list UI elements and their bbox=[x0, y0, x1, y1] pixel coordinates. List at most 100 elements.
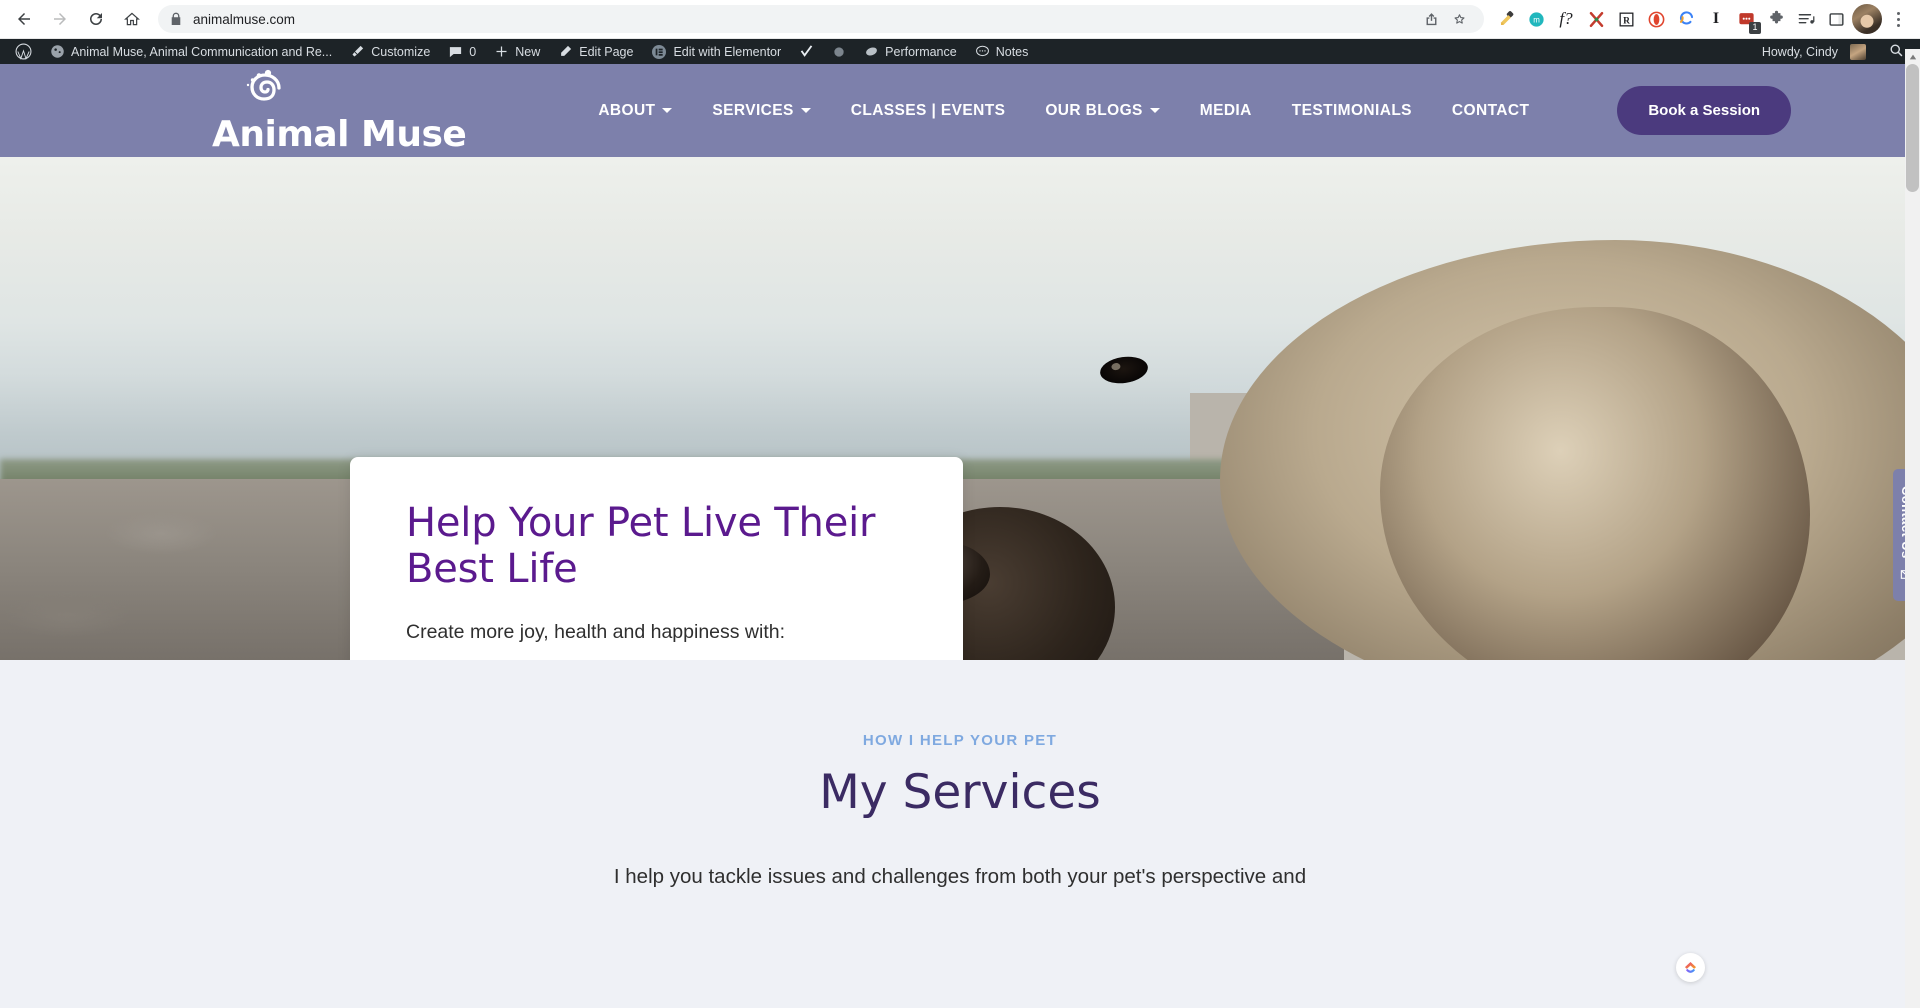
nav-item-about[interactable]: ABOUT bbox=[578, 102, 692, 120]
scroll-up-arrow-icon[interactable] bbox=[1905, 49, 1920, 64]
site-header: Animal Muse ABOUT SERVICES CLASSES | EVE… bbox=[0, 64, 1920, 157]
reading-list-icon[interactable] bbox=[1792, 5, 1820, 33]
services-eyebrow: HOW I HELP YOUR PET bbox=[862, 732, 1058, 749]
italic-extension-icon[interactable]: I bbox=[1702, 5, 1730, 33]
nav-item-contact[interactable]: CONTACT bbox=[1432, 102, 1549, 120]
nav-label: TESTIMONIALS bbox=[1291, 101, 1412, 119]
opera-extension-icon[interactable] bbox=[1642, 5, 1670, 33]
nav-item-media[interactable]: MEDIA bbox=[1180, 102, 1272, 120]
monica-extension-icon[interactable]: m bbox=[1522, 5, 1550, 33]
wordpress-admin-bar: Animal Muse, Animal Communication and Re… bbox=[0, 39, 1920, 64]
site-name-label: Animal Muse, Animal Communication and Re… bbox=[71, 44, 333, 59]
comment-bubble-icon bbox=[448, 44, 463, 59]
plus-icon bbox=[494, 44, 509, 59]
hero-subtitle: Create more joy, health and happiness wi… bbox=[406, 621, 786, 644]
nav-label: OUR BLOGS bbox=[1045, 101, 1143, 119]
r-extension-icon[interactable]: R bbox=[1612, 5, 1640, 33]
site-logo[interactable]: Animal Muse bbox=[212, 68, 467, 155]
address-bar[interactable]: animalmuse.com bbox=[158, 5, 1484, 33]
svg-text:m: m bbox=[1533, 15, 1540, 24]
pencil-icon bbox=[558, 44, 573, 59]
home-icon bbox=[123, 10, 141, 28]
hero-title: Help Your Pet Live Their Best Life bbox=[406, 500, 876, 592]
main-navigation: ABOUT SERVICES CLASSES | EVENTS OUR BLOG… bbox=[578, 102, 1549, 120]
paintbrush-icon bbox=[350, 44, 365, 59]
eyedropper-extension-icon[interactable] bbox=[1492, 5, 1520, 33]
extension-badge-count: 1 bbox=[1749, 22, 1761, 34]
hero-content-card: Help Your Pet Live Their Best Life Creat… bbox=[350, 457, 963, 660]
notes-extension-icon[interactable]: 1 bbox=[1732, 5, 1761, 34]
chevron-down-icon bbox=[1149, 108, 1160, 113]
performance-icon bbox=[864, 44, 879, 59]
colorzilla-extension-icon[interactable] bbox=[1672, 5, 1700, 33]
nav-item-testimonials[interactable]: TESTIMONIALS bbox=[1272, 102, 1432, 120]
nav-item-classes-events[interactable]: CLASSES | EVENTS bbox=[831, 102, 1026, 120]
customize-label: Customize bbox=[371, 44, 431, 59]
nav-label: SERVICES bbox=[712, 101, 794, 119]
yoast-checkmark-icon bbox=[799, 44, 814, 59]
share-icon[interactable] bbox=[1418, 6, 1444, 32]
forward-button[interactable] bbox=[44, 3, 76, 35]
adminbar-site-name[interactable]: Animal Muse, Animal Communication and Re… bbox=[41, 39, 341, 64]
three-dot-menu-icon[interactable] bbox=[1884, 5, 1912, 33]
adminbar-customize[interactable]: Customize bbox=[341, 39, 439, 64]
extensions-tray: m f? R I 1 bbox=[1492, 5, 1850, 34]
chevron-down-icon bbox=[662, 108, 673, 113]
svg-text:R: R bbox=[1623, 16, 1630, 26]
back-arrow-icon bbox=[15, 10, 33, 28]
side-panel-icon[interactable] bbox=[1822, 5, 1850, 33]
reload-icon bbox=[87, 10, 105, 28]
page-scrollbar[interactable] bbox=[1905, 49, 1920, 1008]
scrollbar-thumb[interactable] bbox=[1906, 64, 1919, 192]
profile-avatar[interactable] bbox=[1852, 4, 1882, 34]
services-lead-text: I help you tackle issues and challenges … bbox=[613, 865, 1307, 888]
performance-label: Performance bbox=[885, 44, 957, 59]
elementor-label: Edit with Elementor bbox=[673, 44, 782, 59]
nav-label: CONTACT bbox=[1451, 101, 1530, 119]
adminbar-comments[interactable]: 0 bbox=[439, 39, 485, 64]
adminbar-howdy[interactable]: Howdy, Cindy bbox=[1753, 39, 1875, 64]
site-logo-text: Animal Muse bbox=[212, 114, 467, 155]
search-icon bbox=[1889, 43, 1904, 61]
lock-icon bbox=[170, 12, 182, 26]
services-section: HOW I HELP YOUR PET My Services I help y… bbox=[0, 660, 1920, 1008]
chevron-down-icon bbox=[800, 108, 811, 113]
forward-arrow-icon bbox=[51, 10, 69, 28]
notes-label: Notes bbox=[995, 44, 1029, 59]
adminbar-account-area: Howdy, Cindy bbox=[1753, 39, 1920, 64]
adminbar-yoast[interactable] bbox=[790, 39, 823, 64]
howdy-label: Howdy, Cindy bbox=[1761, 44, 1838, 59]
fonts-ninja-extension-icon[interactable]: f? bbox=[1552, 5, 1580, 33]
scissors-extension-icon[interactable] bbox=[1582, 5, 1610, 33]
reload-button[interactable] bbox=[80, 3, 112, 35]
header-book-session-button[interactable]: Book a Session bbox=[1617, 86, 1792, 135]
puzzle-extensions-icon[interactable] bbox=[1762, 5, 1790, 33]
site-icon bbox=[50, 44, 65, 59]
adminbar-new[interactable]: New bbox=[485, 39, 549, 64]
website-viewport: Animal Muse ABOUT SERVICES CLASSES | EVE… bbox=[0, 64, 1920, 1008]
address-bar-url: animalmuse.com bbox=[193, 11, 296, 27]
adminbar-performance[interactable]: Performance bbox=[855, 39, 966, 64]
adminbar-edit-page[interactable]: Edit Page bbox=[549, 39, 642, 64]
nav-item-services[interactable]: SERVICES bbox=[692, 102, 830, 120]
elementor-icon bbox=[651, 44, 667, 60]
gradient-chevron-widget-icon[interactable] bbox=[1676, 953, 1705, 982]
wordpress-logo-icon[interactable] bbox=[6, 39, 41, 64]
notes-bubble-icon bbox=[975, 44, 990, 59]
browser-toolbar: animalmuse.com m f? R I 1 bbox=[0, 0, 1920, 39]
adminbar-edit-with-elementor[interactable]: Edit with Elementor bbox=[642, 39, 790, 64]
adminbar-status-dot[interactable] bbox=[823, 39, 855, 64]
home-button[interactable] bbox=[116, 3, 148, 35]
adminbar-notes[interactable]: Notes bbox=[966, 39, 1038, 64]
hero-section: Help Your Pet Live Their Best Life Creat… bbox=[0, 157, 1920, 660]
nav-label: MEDIA bbox=[1199, 101, 1252, 119]
services-title: My Services bbox=[819, 765, 1101, 820]
nav-label: ABOUT bbox=[598, 101, 656, 119]
nav-item-our-blogs[interactable]: OUR BLOGS bbox=[1025, 102, 1179, 120]
edit-page-label: Edit Page bbox=[579, 44, 634, 59]
nav-label: CLASSES | EVENTS bbox=[850, 101, 1006, 119]
back-button[interactable] bbox=[8, 3, 40, 35]
comment-count: 0 bbox=[469, 44, 477, 59]
new-label: New bbox=[515, 44, 541, 59]
bookmark-star-icon[interactable] bbox=[1446, 6, 1472, 32]
